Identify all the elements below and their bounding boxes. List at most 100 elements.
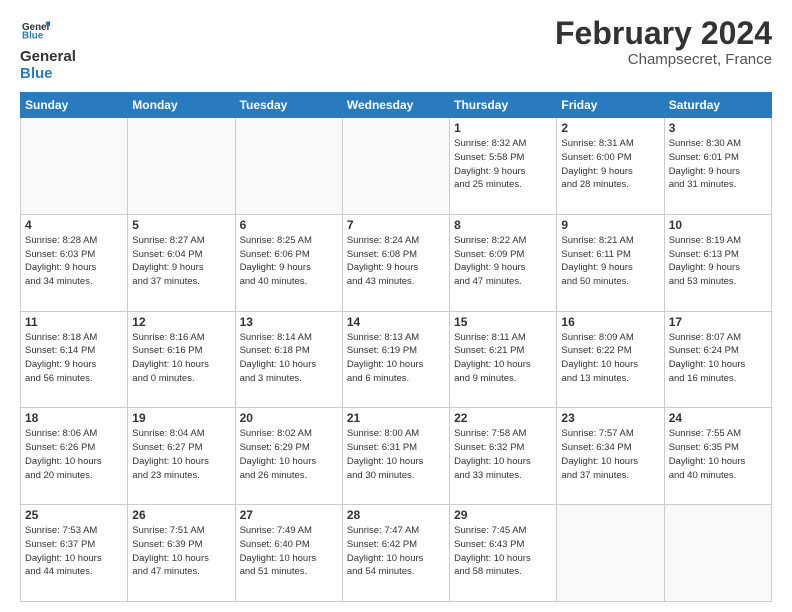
calendar-cell: 24 Sunrise: 7:55 AM Sunset: 6:35 PM Dayli…: [664, 408, 771, 505]
calendar-cell: 29 Sunrise: 7:45 AM Sunset: 6:43 PM Dayli…: [450, 505, 557, 602]
calendar-cell: [235, 118, 342, 215]
calendar-week-4: 25 Sunrise: 7:53 AM Sunset: 6:37 PM Dayli…: [21, 505, 772, 602]
calendar-cell: 7Sunrise: 8:24 AM Sunset: 6:08 PM Daylig…: [342, 214, 449, 311]
calendar-cell: 3 Sunrise: 8:30 AM Sunset: 6:01 PM Daylig…: [664, 118, 771, 215]
day-info: Sunrise: 8:30 AM Sunset: 6:01 PM Dayligh…: [669, 137, 767, 192]
calendar-cell: [664, 505, 771, 602]
calendar-cell: 27Sunrise: 7:49 AM Sunset: 6:40 PM Dayli…: [235, 505, 342, 602]
day-number: 2: [561, 121, 659, 135]
day-number: 15: [454, 315, 552, 329]
day-number: 12: [132, 315, 230, 329]
day-info: Sunrise: 8:09 AM Sunset: 6:22 PM Dayligh…: [561, 331, 659, 386]
day-number: 5: [132, 218, 230, 232]
day-number: 28: [347, 508, 445, 522]
calendar-cell: 22 Sunrise: 7:58 AM Sunset: 6:32 PM Dayli…: [450, 408, 557, 505]
logo-blue: Blue: [20, 66, 76, 83]
day-info: Sunrise: 7:58 AM Sunset: 6:32 PM Dayligh…: [454, 427, 552, 482]
day-info: Sunrise: 7:49 AM Sunset: 6:40 PM Dayligh…: [240, 524, 338, 579]
day-number: 17: [669, 315, 767, 329]
logo-general: General: [20, 49, 76, 66]
calendar-cell: 19 Sunrise: 8:04 AM Sunset: 6:27 PM Dayli…: [128, 408, 235, 505]
logo: General Blue General Blue: [20, 16, 76, 82]
day-info: Sunrise: 8:28 AM Sunset: 6:03 PM Dayligh…: [25, 234, 123, 289]
day-number: 20: [240, 411, 338, 425]
calendar-cell: 9 Sunrise: 8:21 AM Sunset: 6:11 PM Daylig…: [557, 214, 664, 311]
calendar-cell: 14 Sunrise: 8:13 AM Sunset: 6:19 PM Dayli…: [342, 311, 449, 408]
calendar-cell: [21, 118, 128, 215]
month-title: February 2024: [555, 16, 772, 51]
calendar-cell: 17 Sunrise: 8:07 AM Sunset: 6:24 PM Dayli…: [664, 311, 771, 408]
day-number: 24: [669, 411, 767, 425]
col-tuesday: Tuesday: [235, 93, 342, 118]
day-info: Sunrise: 8:32 AM Sunset: 5:58 PM Dayligh…: [454, 137, 552, 192]
calendar-cell: [342, 118, 449, 215]
calendar-cell: 4 Sunrise: 8:28 AM Sunset: 6:03 PM Daylig…: [21, 214, 128, 311]
col-friday: Friday: [557, 93, 664, 118]
page: General Blue General Blue February 2024 …: [0, 0, 792, 612]
calendar-table: Sunday Monday Tuesday Wednesday Thursday…: [20, 92, 772, 602]
title-block: February 2024 Champsecret, France: [555, 16, 772, 68]
calendar-cell: 5 Sunrise: 8:27 AM Sunset: 6:04 PM Daylig…: [128, 214, 235, 311]
day-number: 16: [561, 315, 659, 329]
day-number: 11: [25, 315, 123, 329]
calendar-cell: 1 Sunrise: 8:32 AM Sunset: 5:58 PM Daylig…: [450, 118, 557, 215]
day-number: 22: [454, 411, 552, 425]
day-number: 29: [454, 508, 552, 522]
day-info: Sunrise: 7:53 AM Sunset: 6:37 PM Dayligh…: [25, 524, 123, 579]
day-info: Sunrise: 8:22 AM Sunset: 6:09 PM Dayligh…: [454, 234, 552, 289]
day-info: Sunrise: 8:18 AM Sunset: 6:14 PM Dayligh…: [25, 331, 123, 386]
day-info: Sunrise: 8:25 AM Sunset: 6:06 PM Dayligh…: [240, 234, 338, 289]
col-wednesday: Wednesday: [342, 93, 449, 118]
day-info: Sunrise: 8:06 AM Sunset: 6:26 PM Dayligh…: [25, 427, 123, 482]
day-info: Sunrise: 8:07 AM Sunset: 6:24 PM Dayligh…: [669, 331, 767, 386]
day-info: Sunrise: 7:45 AM Sunset: 6:43 PM Dayligh…: [454, 524, 552, 579]
calendar-week-3: 18 Sunrise: 8:06 AM Sunset: 6:26 PM Dayli…: [21, 408, 772, 505]
day-number: 10: [669, 218, 767, 232]
day-info: Sunrise: 7:55 AM Sunset: 6:35 PM Dayligh…: [669, 427, 767, 482]
location: Champsecret, France: [555, 51, 772, 68]
col-sunday: Sunday: [21, 93, 128, 118]
day-info: Sunrise: 8:11 AM Sunset: 6:21 PM Dayligh…: [454, 331, 552, 386]
col-monday: Monday: [128, 93, 235, 118]
day-info: Sunrise: 8:00 AM Sunset: 6:31 PM Dayligh…: [347, 427, 445, 482]
logo-icon: General Blue: [22, 16, 50, 44]
calendar-cell: 23Sunrise: 7:57 AM Sunset: 6:34 PM Dayli…: [557, 408, 664, 505]
day-number: 6: [240, 218, 338, 232]
day-number: 13: [240, 315, 338, 329]
calendar-cell: 28 Sunrise: 7:47 AM Sunset: 6:42 PM Dayli…: [342, 505, 449, 602]
calendar-cell: 16 Sunrise: 8:09 AM Sunset: 6:22 PM Dayli…: [557, 311, 664, 408]
day-number: 19: [132, 411, 230, 425]
calendar-cell: 6 Sunrise: 8:25 AM Sunset: 6:06 PM Daylig…: [235, 214, 342, 311]
day-info: Sunrise: 8:27 AM Sunset: 6:04 PM Dayligh…: [132, 234, 230, 289]
day-number: 9: [561, 218, 659, 232]
calendar-cell: 25 Sunrise: 7:53 AM Sunset: 6:37 PM Dayli…: [21, 505, 128, 602]
day-info: Sunrise: 7:47 AM Sunset: 6:42 PM Dayligh…: [347, 524, 445, 579]
day-info: Sunrise: 8:19 AM Sunset: 6:13 PM Dayligh…: [669, 234, 767, 289]
day-number: 25: [25, 508, 123, 522]
calendar-week-2: 11 Sunrise: 8:18 AM Sunset: 6:14 PM Dayli…: [21, 311, 772, 408]
day-info: Sunrise: 7:51 AM Sunset: 6:39 PM Dayligh…: [132, 524, 230, 579]
day-info: Sunrise: 8:21 AM Sunset: 6:11 PM Dayligh…: [561, 234, 659, 289]
calendar-cell: [557, 505, 664, 602]
day-number: 18: [25, 411, 123, 425]
day-info: Sunrise: 8:04 AM Sunset: 6:27 PM Dayligh…: [132, 427, 230, 482]
calendar-header-row: Sunday Monday Tuesday Wednesday Thursday…: [21, 93, 772, 118]
day-number: 4: [25, 218, 123, 232]
day-number: 21: [347, 411, 445, 425]
day-number: 3: [669, 121, 767, 135]
day-info: Sunrise: 8:13 AM Sunset: 6:19 PM Dayligh…: [347, 331, 445, 386]
day-number: 1: [454, 121, 552, 135]
calendar-cell: 26Sunrise: 7:51 AM Sunset: 6:39 PM Dayli…: [128, 505, 235, 602]
day-info: Sunrise: 8:14 AM Sunset: 6:18 PM Dayligh…: [240, 331, 338, 386]
calendar-cell: 20 Sunrise: 8:02 AM Sunset: 6:29 PM Dayli…: [235, 408, 342, 505]
calendar-cell: 12Sunrise: 8:16 AM Sunset: 6:16 PM Dayli…: [128, 311, 235, 408]
day-number: 14: [347, 315, 445, 329]
calendar-week-1: 4 Sunrise: 8:28 AM Sunset: 6:03 PM Daylig…: [21, 214, 772, 311]
calendar-cell: 15 Sunrise: 8:11 AM Sunset: 6:21 PM Dayli…: [450, 311, 557, 408]
header: General Blue General Blue February 2024 …: [20, 16, 772, 82]
calendar-cell: 11 Sunrise: 8:18 AM Sunset: 6:14 PM Dayli…: [21, 311, 128, 408]
col-saturday: Saturday: [664, 93, 771, 118]
day-info: Sunrise: 8:31 AM Sunset: 6:00 PM Dayligh…: [561, 137, 659, 192]
day-info: Sunrise: 8:02 AM Sunset: 6:29 PM Dayligh…: [240, 427, 338, 482]
calendar-cell: 13 Sunrise: 8:14 AM Sunset: 6:18 PM Dayli…: [235, 311, 342, 408]
